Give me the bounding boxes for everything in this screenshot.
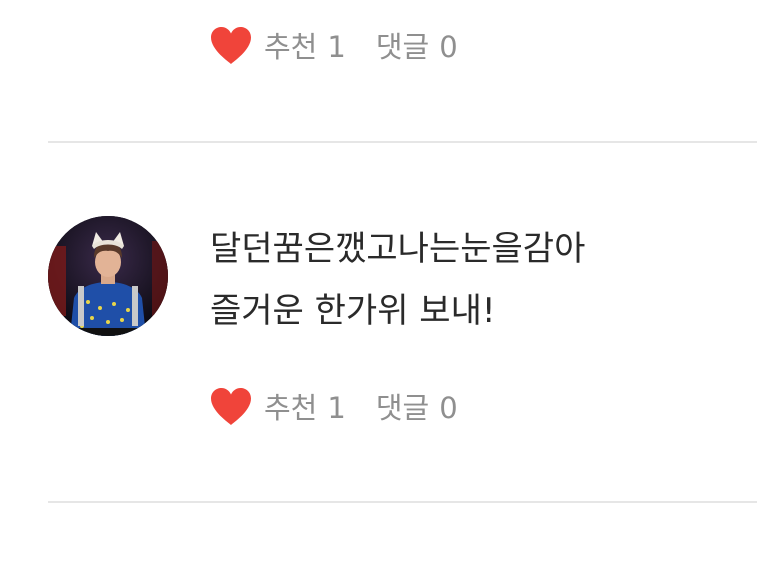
- avatar[interactable]: [48, 216, 168, 336]
- like-label: 추천: [264, 391, 318, 425]
- reply-label: 댓글: [375, 391, 430, 425]
- reply-count: 0: [439, 391, 458, 425]
- heart-icon[interactable]: [208, 386, 254, 426]
- comment-reactions: 추천 1 댓글 0: [208, 384, 458, 428]
- like-button[interactable]: 추천 1: [264, 385, 346, 427]
- comment-text: 달던꿈은깼고나는눈을감아 즐거운 한가위 보내!: [210, 218, 730, 342]
- comment-divider: [48, 501, 757, 503]
- comment-divider: [48, 141, 757, 143]
- like-count: 1: [327, 30, 346, 64]
- previous-comment-reactions: 추천 1 댓글 0: [208, 23, 458, 67]
- like-label: 추천: [264, 30, 318, 64]
- heart-icon[interactable]: [208, 25, 254, 65]
- reply-label: 댓글: [375, 30, 430, 64]
- reply-count: 0: [439, 30, 458, 64]
- like-count: 1: [327, 391, 346, 425]
- reply-button[interactable]: 댓글 0: [376, 24, 458, 66]
- like-button[interactable]: 추천 1: [264, 24, 346, 66]
- comment-text-line: 즐거운 한가위 보내!: [210, 291, 496, 331]
- reply-button[interactable]: 댓글 0: [376, 385, 458, 427]
- comment-text-line: 달던꿈은깼고나는눈을감아: [210, 229, 586, 269]
